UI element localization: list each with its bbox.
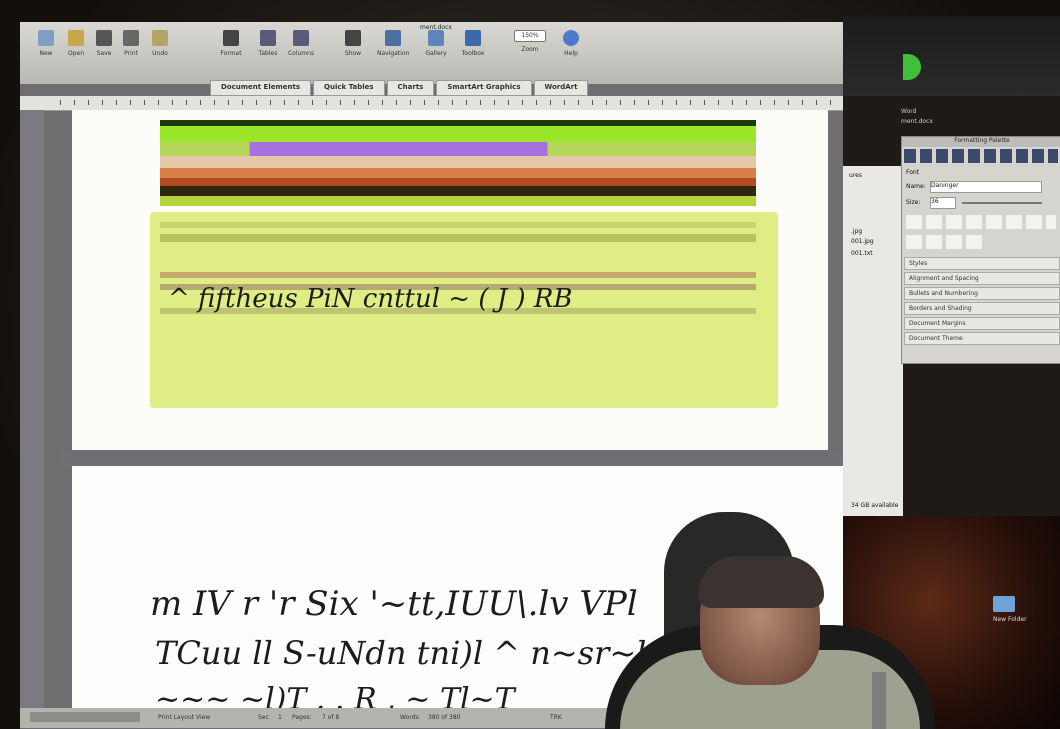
section-margins[interactable]: Document Margins [904,317,1060,330]
secondary-monitor: Word ment.docx ures .jpg 001.jpg 001.txt… [843,16,1060,729]
zoom-select[interactable]: 150% [514,30,546,42]
glitch-band [160,272,756,278]
toolbar-show[interactable]: Show [337,30,369,57]
tab-charts[interactable]: Charts [386,80,435,96]
page-gap [60,450,846,466]
toolbar-new[interactable]: New [30,30,62,57]
ruler [20,96,865,111]
view-buttons[interactable] [30,712,140,722]
section-borders[interactable]: Borders and Shading [904,302,1060,315]
tab-wordart[interactable]: WordArt [533,80,589,96]
presenter-hair [698,556,824,608]
toolbar-zoom[interactable]: 150% Zoom [510,30,550,53]
toolbar-columns[interactable]: Columns [285,30,317,57]
glitch-band [160,178,756,186]
status-pages-value: 7 of 8 [322,714,340,721]
style-buttons-row[interactable] [906,215,1056,229]
status-sec-num: 1 [278,714,282,721]
finder-window [843,166,903,516]
columns-icon [293,30,309,46]
monitor-header [843,16,1060,96]
new-folder-label: New Folder [993,616,1027,623]
print-icon [123,30,139,46]
finder-ures: ures [849,172,862,179]
navigation-icon [385,30,401,46]
save-icon [96,30,112,46]
glitch-band [160,156,756,168]
palette-title: Formatting Palette [902,137,1060,147]
status-trk: TRK [550,714,562,721]
tab-smartart[interactable]: SmartArt Graphics [436,80,532,96]
toolbar-help[interactable]: Help [555,30,587,57]
formatting-palette: Formatting Palette Font Name: Daninger S… [901,136,1060,364]
status-pages: Pages: [292,714,312,721]
palette-icon-row[interactable] [904,149,1058,163]
toolbar-toolbox[interactable]: Toolbox [457,30,489,57]
help-icon [563,30,579,46]
toolbar-format[interactable]: Format [215,30,247,57]
tab-document-elements[interactable]: Document Elements [210,80,312,96]
script-buttons-row[interactable] [906,235,986,249]
tab-quick-tables[interactable]: Quick Tables [313,80,385,96]
toolbar-tables[interactable]: Tables [252,30,284,57]
handwriting-line-2: m IV r 'r Six '~tt,IUU\.lv VPl [150,584,638,624]
pilcrow-icon [345,30,361,46]
finder-file-2[interactable]: 001.jpg [851,238,874,245]
toolbar-navigation[interactable]: Navigation [377,30,409,57]
section-bullets[interactable]: Bullets and Numbering [904,287,1060,300]
status-view: Print Layout View [158,714,211,721]
finder-file-1[interactable]: .jpg [851,228,862,235]
glitch-band [160,142,756,156]
word-toolbar: ment.docx New Open Save Print Undo Forma… [20,22,865,84]
finder-file-3[interactable]: 001.txt [851,250,873,257]
label-word: Word [901,108,917,115]
new-doc-icon [38,30,54,46]
gallery-icon [428,30,444,46]
table-icon [260,30,276,46]
status-words-value: 380 of 380 [428,714,461,721]
folder-icon [68,30,84,46]
status-sec: Sec [258,714,269,721]
handwriting-line-1: ^ fiftheus PiN cnttul ~ ( J ) RB [168,284,573,314]
handwriting-line-3: TCuu ll S-uNdn tni)l ^ n~sr~l [155,634,647,672]
ribbon-tabs: Document Elements Quick Tables Charts Sm… [210,80,589,96]
status-words: Words: [400,714,421,721]
toolbox-icon [465,30,481,46]
name-label: Name: [906,183,926,190]
toolbar-undo[interactable]: Undo [144,30,176,57]
glitch-band [160,234,756,242]
folder-icon[interactable] [993,596,1015,612]
size-slider[interactable] [962,202,1042,204]
chair-highlight [872,672,886,729]
brush-icon [223,30,239,46]
glitch-band [160,222,756,228]
section-styles[interactable]: Styles [904,257,1060,270]
glitch-band [160,196,756,206]
finder-available: 34 GB available [851,502,899,509]
toolbar-print[interactable]: Print [115,30,147,57]
size-label: Size: [906,199,921,206]
font-name-field[interactable]: Daninger [930,181,1042,193]
glitch-band [160,168,756,178]
toolbar-gallery[interactable]: Gallery [420,30,452,57]
label-file: ment.docx [901,118,933,125]
font-size-field[interactable]: 36 [930,197,956,209]
photo-frame: ment.docx New Open Save Print Undo Forma… [0,0,1060,729]
section-alignment[interactable]: Alignment and Spacing [904,272,1060,285]
left-margin-strip [20,110,44,722]
glitch-band [160,186,756,196]
ruler-ticks [60,100,850,105]
section-theme[interactable]: Document Theme [904,332,1060,345]
glitch-band [160,126,756,142]
undo-icon [152,30,168,46]
section-font[interactable]: Font [906,169,919,176]
